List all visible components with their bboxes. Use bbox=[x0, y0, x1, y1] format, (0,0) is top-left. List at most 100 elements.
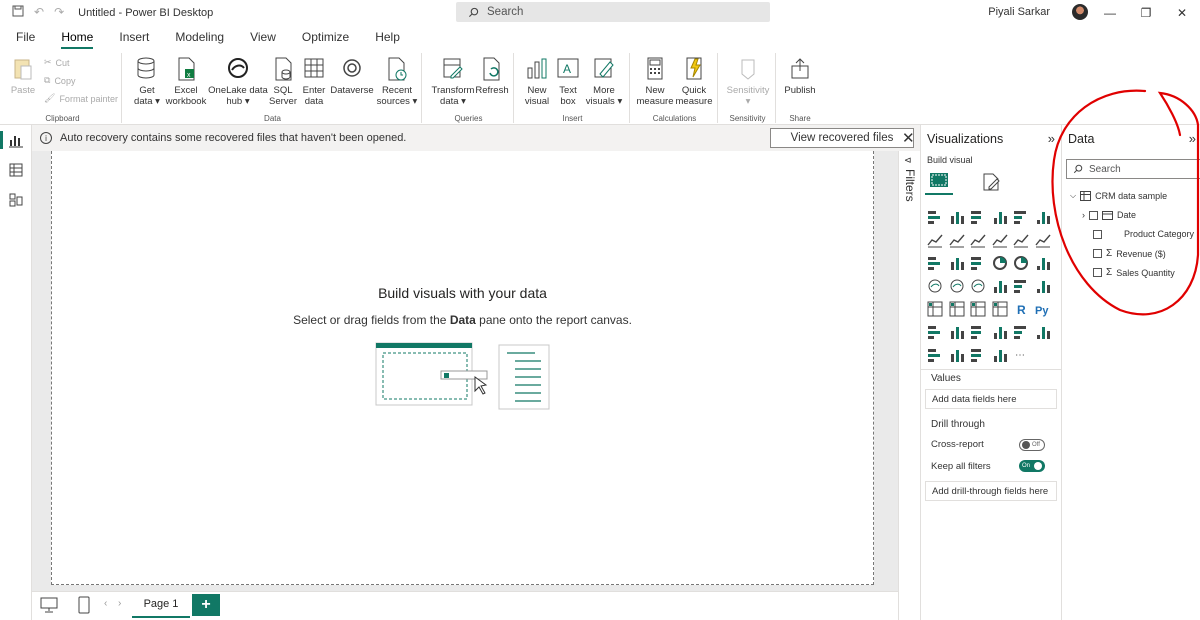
visual-type-trophy-icon[interactable] bbox=[1013, 324, 1029, 340]
page-tab-1[interactable]: Page 1 bbox=[132, 592, 190, 618]
paste-button[interactable]: Paste bbox=[8, 56, 38, 96]
report-canvas[interactable]: Build visuals with your data Select or d… bbox=[51, 151, 874, 585]
visual-type-line-clustered-icon[interactable] bbox=[1013, 232, 1029, 248]
table-view-icon[interactable] bbox=[8, 162, 24, 178]
drill-through-drop-well[interactable]: Add drill-through fields here bbox=[925, 481, 1057, 501]
text-box-button[interactable]: A Text box bbox=[554, 56, 582, 107]
quick-measure-button[interactable]: Quick measure bbox=[674, 56, 714, 107]
desktop-layout-icon[interactable] bbox=[40, 597, 58, 613]
field-revenue[interactable]: Σ Revenue ($) bbox=[1093, 248, 1166, 259]
visual-type-paginated-report-icon[interactable] bbox=[1035, 324, 1051, 340]
format-painter-button[interactable]: 🖌 Format painter bbox=[44, 93, 118, 104]
visual-type-power-apps-icon[interactable] bbox=[927, 347, 943, 363]
copy-button[interactable]: ⧉ Copy bbox=[44, 75, 75, 86]
sensitivity-button[interactable]: Sensitivity ▾ bbox=[724, 56, 772, 107]
recent-sources-button[interactable]: Recent sources ▾ bbox=[376, 56, 418, 107]
visual-type-decomposition-tree-icon[interactable] bbox=[949, 324, 965, 340]
get-data-button[interactable]: Get data ▾ bbox=[130, 56, 164, 107]
title-search-box[interactable]: Search bbox=[456, 2, 770, 22]
undo-icon[interactable]: ↶ bbox=[34, 5, 44, 20]
tab-help[interactable]: Help bbox=[375, 25, 400, 49]
visual-type-treemap-icon[interactable] bbox=[1035, 255, 1051, 271]
visual-type-matrix-icon[interactable] bbox=[992, 301, 1008, 317]
visual-type-qa-icon[interactable] bbox=[970, 324, 986, 340]
collapse-pane-icon[interactable]: » bbox=[1048, 131, 1055, 146]
keep-all-filters-toggle[interactable]: On bbox=[1019, 460, 1045, 472]
visual-type-smart-narrative-icon[interactable] bbox=[992, 324, 1008, 340]
visual-type-line-column-icon[interactable] bbox=[992, 232, 1008, 248]
visual-type-stacked-bar-icon[interactable] bbox=[927, 209, 943, 225]
visual-type-100-bar-icon[interactable] bbox=[1013, 209, 1029, 225]
onelake-data-hub-button[interactable]: OneLake data hub ▾ bbox=[208, 56, 268, 107]
field-checkbox[interactable] bbox=[1093, 268, 1102, 277]
new-visual-button[interactable]: New visual bbox=[520, 56, 554, 107]
close-icon[interactable]: ✕ bbox=[1164, 0, 1200, 25]
tab-file[interactable]: File bbox=[16, 25, 35, 49]
visual-type-scatter-icon[interactable] bbox=[970, 255, 986, 271]
visual-type-100-column-icon[interactable] bbox=[1035, 209, 1051, 225]
field-sales-quantity[interactable]: Σ Sales Quantity bbox=[1093, 267, 1175, 278]
field-date[interactable]: › Date bbox=[1082, 210, 1136, 220]
avatar[interactable] bbox=[1072, 4, 1088, 20]
visual-type-shape-map-icon[interactable] bbox=[970, 347, 986, 363]
visual-type-more-icon[interactable]: ⋯ bbox=[1013, 347, 1029, 363]
restore-icon[interactable]: ❐ bbox=[1128, 0, 1164, 25]
tab-optimize[interactable]: Optimize bbox=[302, 25, 349, 49]
build-visual-tab[interactable] bbox=[925, 169, 953, 195]
visual-type-line-icon[interactable] bbox=[927, 232, 943, 248]
refresh-button[interactable]: Refresh bbox=[474, 56, 510, 96]
field-checkbox[interactable] bbox=[1093, 229, 1102, 239]
field-product-category[interactable]: Product Category bbox=[1093, 229, 1194, 239]
visual-type-gauge-icon[interactable] bbox=[992, 278, 1008, 294]
redo-icon[interactable]: ↷ bbox=[54, 5, 64, 20]
visual-type-filled-map-icon[interactable] bbox=[949, 278, 965, 294]
collapse-pane-icon[interactable]: » bbox=[1189, 131, 1196, 146]
visual-type-azure-map-icon[interactable] bbox=[970, 278, 986, 294]
model-view-icon[interactable] bbox=[8, 192, 24, 208]
tab-modeling[interactable]: Modeling bbox=[175, 25, 224, 49]
format-visual-tab[interactable] bbox=[977, 169, 1005, 195]
field-checkbox[interactable] bbox=[1089, 210, 1098, 220]
cut-button[interactable]: ✂ Cut bbox=[44, 57, 70, 68]
save-icon[interactable] bbox=[12, 5, 24, 20]
report-view-icon[interactable] bbox=[8, 132, 24, 148]
expand-icon[interactable]: ⊲ bbox=[904, 155, 912, 166]
more-visuals-button[interactable]: More visuals ▾ bbox=[584, 56, 624, 107]
visual-type-clustered-column-icon[interactable] bbox=[992, 209, 1008, 225]
field-checkbox[interactable] bbox=[1093, 249, 1102, 258]
cross-report-toggle[interactable]: Off bbox=[1019, 439, 1045, 451]
visual-type-clustered-bar-icon[interactable] bbox=[970, 209, 986, 225]
tab-home[interactable]: Home bbox=[61, 25, 94, 49]
sql-server-button[interactable]: SQL Server bbox=[266, 56, 300, 107]
visual-type-key-influencers-icon[interactable] bbox=[927, 324, 943, 340]
visual-type-multi-row-card-icon[interactable] bbox=[1035, 278, 1051, 294]
visual-type-area-icon[interactable] bbox=[949, 232, 965, 248]
table-node-crm[interactable]: ⌵ CRM data sample bbox=[1070, 191, 1167, 201]
visual-type-card-icon[interactable] bbox=[1013, 278, 1029, 294]
visual-type-ribbon-icon[interactable] bbox=[1035, 232, 1051, 248]
close-icon[interactable]: ✕ bbox=[902, 129, 915, 147]
visual-type-stacked-column-icon[interactable] bbox=[949, 209, 965, 225]
tab-view[interactable]: View bbox=[250, 25, 276, 49]
visual-type-kpi-icon[interactable] bbox=[927, 301, 943, 317]
visual-type-r-visual-icon[interactable]: R bbox=[1013, 301, 1029, 317]
enter-data-button[interactable]: Enter data bbox=[298, 56, 330, 107]
tab-insert[interactable]: Insert bbox=[119, 25, 149, 49]
user-name[interactable]: Piyali Sarkar bbox=[988, 6, 1050, 18]
values-drop-well[interactable]: Add data fields here bbox=[925, 389, 1057, 409]
add-page-button[interactable]: + bbox=[192, 594, 220, 616]
new-measure-button[interactable]: New measure bbox=[636, 56, 674, 107]
visual-type-map-icon[interactable] bbox=[927, 278, 943, 294]
minimize-icon[interactable]: — bbox=[1092, 0, 1128, 25]
visual-type-slicer-icon[interactable] bbox=[949, 301, 965, 317]
visual-type-arcgis-icon[interactable] bbox=[992, 347, 1008, 363]
visual-type-donut-icon[interactable] bbox=[1013, 255, 1029, 271]
filters-pane-collapsed[interactable]: ⊲ Filters bbox=[898, 151, 920, 620]
visual-type-python-visual-icon[interactable]: Py bbox=[1035, 301, 1051, 317]
prev-page-icon[interactable]: ‹ bbox=[104, 598, 107, 609]
visual-type-stacked-area-icon[interactable] bbox=[970, 232, 986, 248]
view-recovered-files-button[interactable]: View recovered files bbox=[770, 128, 914, 148]
visual-type-funnel-icon[interactable] bbox=[949, 255, 965, 271]
visual-type-waterfall-icon[interactable] bbox=[927, 255, 943, 271]
mobile-layout-icon[interactable] bbox=[78, 596, 90, 614]
